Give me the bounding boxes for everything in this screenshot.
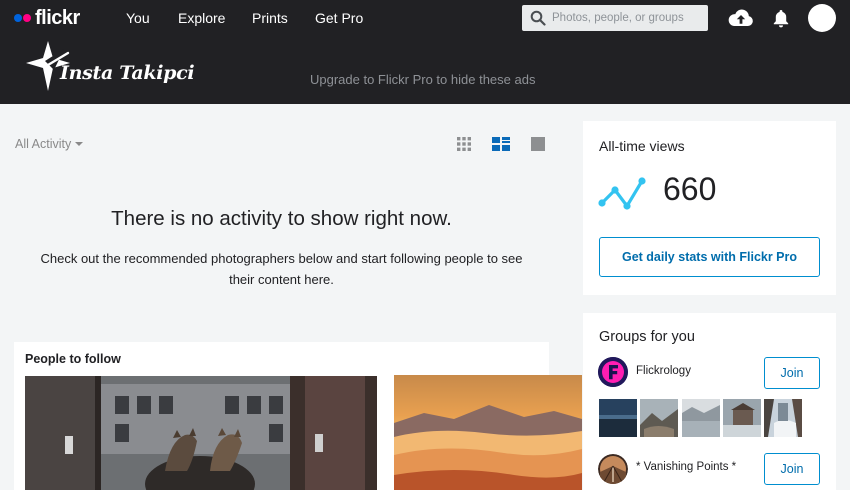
insta-takipci-text[interactable]: Insta Takipci <box>60 62 195 84</box>
search-input[interactable] <box>552 9 702 27</box>
notifications-bell-icon[interactable] <box>772 8 790 28</box>
logo-pink-dot <box>23 14 31 22</box>
groups-for-you-title: Groups for you <box>599 329 695 345</box>
single-view-icon[interactable] <box>531 137 545 151</box>
activity-filter-dropdown[interactable]: All Activity <box>15 137 84 151</box>
ad-upgrade-link[interactable]: Upgrade to Flickr Pro to hide these ads <box>310 72 535 87</box>
suggested-photo-sunset-clouds[interactable] <box>394 375 582 490</box>
caret-down-icon <box>75 142 84 146</box>
upload-cloud-icon[interactable] <box>728 8 754 28</box>
all-time-views-count: 660 <box>663 171 717 207</box>
group-avatar-flickrology[interactable] <box>598 357 628 387</box>
logo-text: flickr <box>35 6 80 29</box>
group-name-vanishing-points[interactable]: * Vanishing Points * <box>636 461 736 473</box>
activity-filter-label: All Activity <box>15 137 72 151</box>
get-daily-stats-button[interactable]: Get daily stats with Flickr Pro <box>599 237 820 277</box>
group-avatar-vanishing-points[interactable] <box>598 454 628 484</box>
empty-activity-title: There is no activity to show right now. <box>111 207 452 230</box>
nav-prints[interactable]: Prints <box>252 10 288 26</box>
all-time-views-title: All-time views <box>599 138 685 154</box>
suggested-photo-window-cats[interactable] <box>25 376 377 490</box>
people-to-follow-title: People to follow <box>25 352 121 366</box>
group-name-flickrology[interactable]: Flickrology <box>636 365 691 377</box>
empty-activity-message: Check out the recommended photographers … <box>40 251 523 287</box>
nav-explore[interactable]: Explore <box>178 10 225 26</box>
join-flickrology-button[interactable]: Join <box>764 357 820 389</box>
group-thumbnail[interactable] <box>640 399 678 437</box>
search-box[interactable] <box>522 5 708 31</box>
ad-banner: Insta Takipci Upgrade to Flickr Pro to h… <box>0 36 850 104</box>
nav-get-pro[interactable]: Get Pro <box>315 10 363 26</box>
group-thumbnail[interactable] <box>599 399 637 437</box>
nav-you[interactable]: You <box>126 10 150 26</box>
join-vanishing-points-button[interactable]: Join <box>764 453 820 485</box>
group-thumbnail[interactable] <box>682 399 720 437</box>
stats-line-graph-icon <box>598 177 646 210</box>
group-thumbnail[interactable] <box>764 399 802 437</box>
top-nav: flickr You Explore Prints Get Pro <box>0 0 850 36</box>
all-time-views-card: All-time views 660 Get daily stats with … <box>583 121 836 295</box>
groups-for-you-card: Groups for you Flickrology Join * Vanish… <box>583 313 836 490</box>
search-icon <box>530 10 546 26</box>
group-thumbnail[interactable] <box>723 399 761 437</box>
logo-blue-dot <box>14 14 22 22</box>
flickr-logo[interactable]: flickr <box>14 6 80 30</box>
grid-view-icon[interactable] <box>457 137 471 151</box>
compact-view-icon[interactable] <box>492 137 510 151</box>
user-avatar[interactable] <box>808 4 836 32</box>
